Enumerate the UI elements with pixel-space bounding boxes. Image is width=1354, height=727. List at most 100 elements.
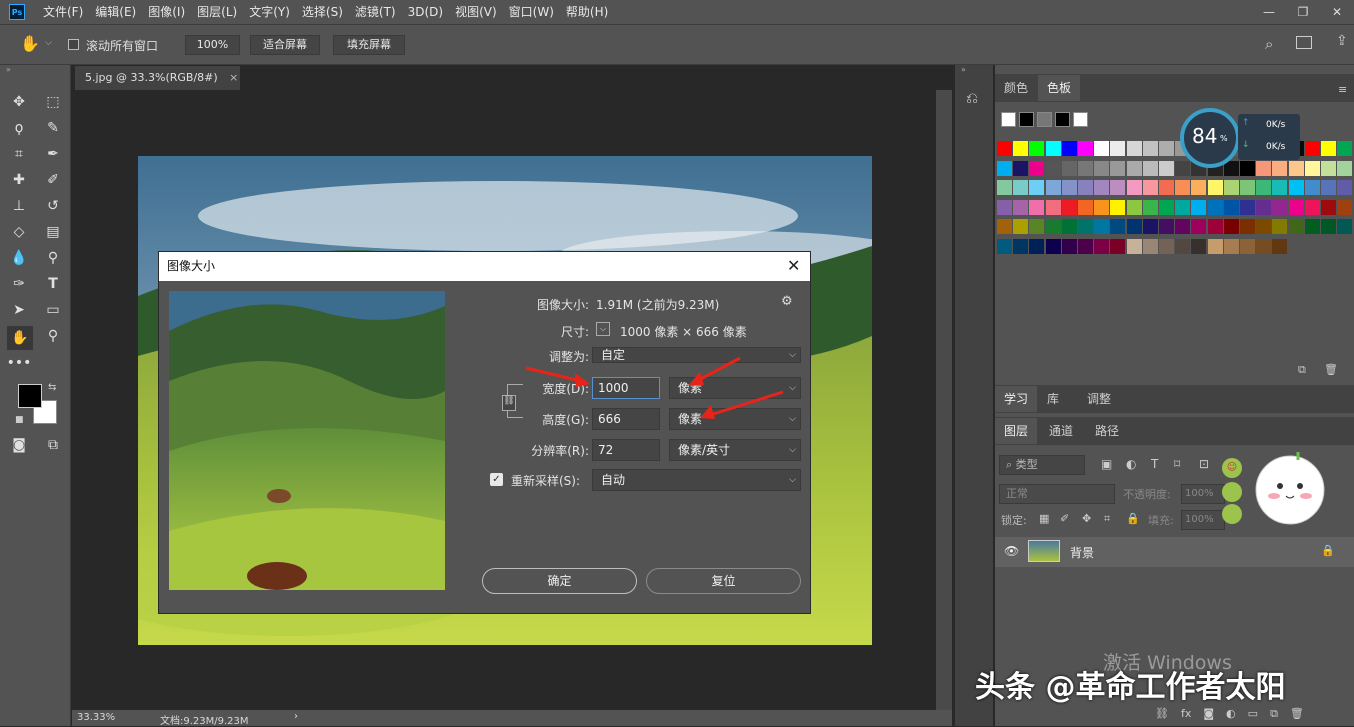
color-swatch[interactable] xyxy=(1272,219,1288,234)
delete-swatch-icon[interactable]: 🗑 xyxy=(1324,363,1338,376)
color-swatch[interactable] xyxy=(997,238,1012,254)
color-swatch[interactable] xyxy=(1029,238,1045,254)
color-swatch[interactable] xyxy=(1191,180,1207,195)
color-swatch[interactable] xyxy=(1013,219,1029,234)
color-swatch[interactable] xyxy=(1272,238,1288,254)
color-swatch[interactable] xyxy=(1272,199,1288,215)
filter-smart-icon[interactable]: ⊡ xyxy=(1199,457,1209,471)
color-swatch[interactable] xyxy=(1142,219,1158,234)
color-swatch[interactable] xyxy=(1191,238,1207,254)
adjustment-layer-icon[interactable]: ◐ xyxy=(1226,707,1236,726)
color-swatch[interactable] xyxy=(1175,199,1191,215)
foreground-color-swatch[interactable] xyxy=(18,384,42,408)
healing-brush-tool-icon[interactable]: ✚ xyxy=(9,170,29,190)
scroll-all-checkbox[interactable] xyxy=(68,39,79,50)
panel-menu-icon[interactable]: ≡ xyxy=(1338,83,1347,96)
reset-button[interactable]: 复位 xyxy=(646,568,801,594)
resolution-field[interactable]: 72 xyxy=(592,439,660,461)
color-swatch[interactable] xyxy=(1159,219,1174,234)
menu-image[interactable]: 图像(I) xyxy=(142,0,191,24)
color-swatch[interactable] xyxy=(1159,141,1174,156)
color-swatch[interactable] xyxy=(1094,238,1110,254)
color-swatch[interactable] xyxy=(1029,141,1045,156)
eyedropper-tool-icon[interactable]: ✒ xyxy=(43,144,63,164)
color-swatch[interactable] xyxy=(1078,160,1093,176)
color-swatch[interactable] xyxy=(1288,160,1304,176)
menu-type[interactable]: 文字(Y) xyxy=(243,0,296,24)
color-swatch[interactable] xyxy=(1001,112,1016,127)
color-swatch[interactable] xyxy=(997,141,1012,156)
tab-swatches[interactable]: 色板 xyxy=(1038,75,1080,101)
opacity-field[interactable]: 100% xyxy=(1181,484,1225,504)
color-swatch[interactable] xyxy=(1073,112,1088,127)
layer-filter-select[interactable]: ⌕ 类型 xyxy=(999,455,1085,475)
menu-file[interactable]: 文件(F) xyxy=(37,0,89,24)
color-swatch[interactable] xyxy=(1256,160,1272,176)
color-swatch[interactable] xyxy=(1175,238,1191,254)
width-field[interactable]: 1000 xyxy=(592,377,660,399)
blend-mode-select[interactable]: 正常 xyxy=(999,484,1115,504)
color-swatch[interactable] xyxy=(1223,180,1239,195)
constrain-link-icon[interactable]: ⛓ xyxy=(502,395,516,411)
path-select-tool-icon[interactable]: ➤ xyxy=(9,300,29,320)
color-swatch[interactable] xyxy=(1045,160,1061,176)
color-swatch[interactable] xyxy=(1175,160,1191,176)
resample-select[interactable]: 自动 ⌵ xyxy=(592,469,801,491)
color-swatch[interactable] xyxy=(1126,141,1142,156)
swap-colors-icon[interactable]: ⇆ xyxy=(48,382,56,393)
color-swatch[interactable] xyxy=(1126,160,1142,176)
color-swatch[interactable] xyxy=(1029,160,1045,176)
color-swatch[interactable] xyxy=(1240,219,1255,234)
link-layers-icon[interactable]: ⛓ xyxy=(1155,707,1169,726)
dialog-preview[interactable] xyxy=(169,291,445,590)
restore-icon[interactable]: ❐ xyxy=(1286,0,1320,24)
dodge-tool-icon[interactable]: ⚲ xyxy=(43,248,63,268)
color-swatch[interactable] xyxy=(1337,160,1353,176)
menu-filter[interactable]: 滤镜(T) xyxy=(349,0,402,24)
color-swatch[interactable] xyxy=(1223,238,1239,254)
lasso-tool-icon[interactable]: ϙ xyxy=(9,118,29,138)
minimize-icon[interactable]: — xyxy=(1252,0,1286,24)
color-swatch[interactable] xyxy=(1159,238,1174,254)
color-swatch[interactable] xyxy=(1240,160,1255,176)
color-swatch[interactable] xyxy=(1126,199,1142,215)
color-swatch[interactable] xyxy=(1207,199,1223,215)
speed-gauge[interactable]: 84 % xyxy=(1180,108,1240,168)
color-swatch[interactable] xyxy=(1110,160,1126,176)
lock-all-icon[interactable]: 🔒 xyxy=(1126,512,1140,525)
type-tool-icon[interactable]: T xyxy=(43,274,63,294)
color-swatch[interactable] xyxy=(1094,180,1110,195)
color-swatch[interactable] xyxy=(1126,238,1142,254)
tab-layers[interactable]: 图层 xyxy=(995,418,1037,444)
color-swatch[interactable] xyxy=(1304,199,1320,215)
color-swatch[interactable] xyxy=(1321,160,1336,176)
color-swatch[interactable] xyxy=(1321,199,1336,215)
hand-tool-icon[interactable]: ✋ xyxy=(20,34,40,53)
color-swatch[interactable] xyxy=(1110,238,1126,254)
hand-tool-active-icon[interactable]: ✋ xyxy=(7,326,33,350)
color-swatch[interactable] xyxy=(1078,141,1093,156)
vertical-scrollbar[interactable] xyxy=(936,90,952,710)
color-swatch[interactable] xyxy=(1013,199,1029,215)
color-swatch[interactable] xyxy=(1207,180,1223,195)
color-swatch[interactable] xyxy=(1288,180,1304,195)
color-swatch[interactable] xyxy=(1321,219,1336,234)
tab-adjustments[interactable]: 调整 xyxy=(1075,386,1123,412)
color-swatch[interactable] xyxy=(1272,180,1288,195)
menu-window[interactable]: 窗口(W) xyxy=(503,0,560,24)
color-swatch[interactable] xyxy=(1175,180,1191,195)
move-tool-icon[interactable]: ✥ xyxy=(9,92,29,112)
layer-name[interactable]: 背景 xyxy=(1070,544,1094,561)
document-tab[interactable]: 5.jpg @ 33.3%(RGB/8#) × xyxy=(75,66,240,90)
color-swatch[interactable] xyxy=(1110,141,1126,156)
new-swatch-icon[interactable]: ⧉ xyxy=(1298,363,1306,377)
color-swatch[interactable] xyxy=(1240,238,1255,254)
resample-checkbox[interactable]: ✓ xyxy=(490,473,503,486)
color-swatch[interactable] xyxy=(1029,199,1045,215)
tab-library[interactable]: 库 xyxy=(1037,386,1069,412)
color-swatch[interactable] xyxy=(1094,199,1110,215)
screen-mode-icon[interactable]: ⧉ xyxy=(43,435,63,455)
color-swatch[interactable] xyxy=(1061,180,1077,195)
color-swatch[interactable] xyxy=(1337,180,1353,195)
color-swatch[interactable] xyxy=(1191,219,1207,234)
